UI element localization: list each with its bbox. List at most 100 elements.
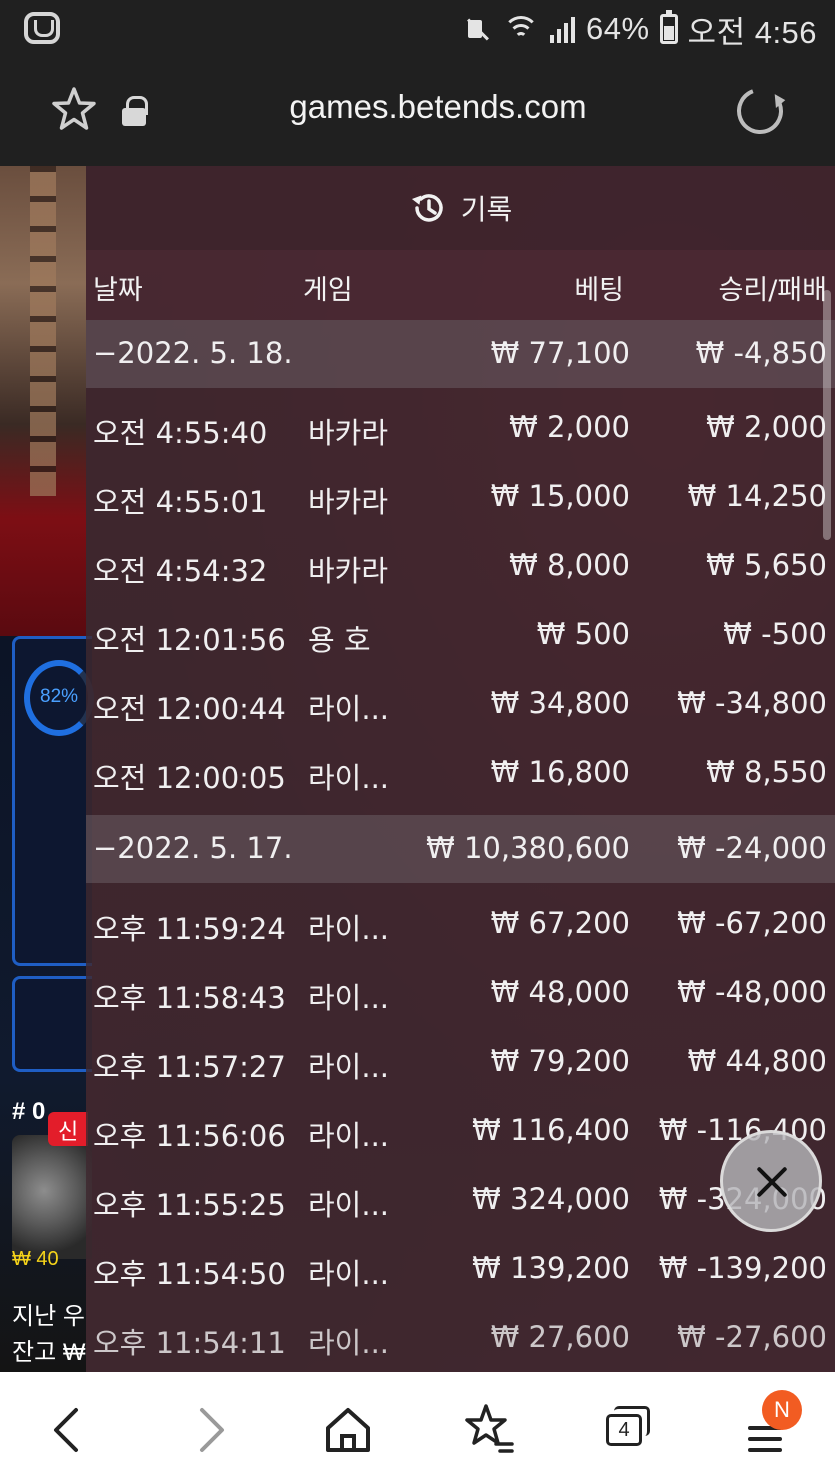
row-time: 오전 4:55:40 [93, 416, 268, 450]
star-icon[interactable] [50, 86, 98, 132]
battery-icon [659, 10, 678, 44]
browser-url-bar: games.betends.com [0, 58, 835, 166]
new-badge: 신 [48, 1112, 88, 1146]
history-row[interactable]: 오전 4:55:01 바카라 ₩ 15,000 ₩ 14,250 [86, 463, 835, 532]
row-bet: ₩ 79,200 [490, 1044, 630, 1078]
row-bet: ₩ 500 [536, 617, 630, 651]
history-title: 기록 [460, 193, 513, 226]
row-time: 오후 11:58:43 [93, 981, 286, 1015]
row-result: ₩ -27,600 [677, 1320, 827, 1354]
gauge-percent: 82% [40, 686, 79, 707]
row-bet: ₩ 116,400 [472, 1113, 630, 1147]
row-bet: ₩ 8,000 [509, 548, 630, 582]
row-bet: ₩ 27,600 [490, 1320, 630, 1354]
row-game: 라이... [308, 1050, 390, 1084]
bet-total: ₩ 10,380,600 [426, 831, 630, 865]
notification-badge: N [762, 1390, 802, 1430]
history-row[interactable]: 오후 11:57:27 라이... ₩ 79,200 ₩ 44,800 [86, 1028, 835, 1097]
date-label: −2022. 5. 17. [93, 831, 293, 865]
balance-label: 잔고 ₩ [12, 1339, 86, 1366]
row-game: 라이... [308, 1188, 390, 1222]
row-time: 오후 11:56:06 [93, 1119, 286, 1153]
row-game: 바카라 [308, 554, 389, 588]
column-header-row: 날짜 게임 베팅 승리/패배 [86, 250, 835, 320]
status-icons: 64% 오전 4:56 [462, 10, 817, 50]
row-result: ₩ -500 [723, 617, 827, 651]
row-result: ₩ 2,000 [706, 410, 827, 444]
date-group-row[interactable]: −2022. 5. 18. ₩ 77,100 ₩ -4,850 [86, 320, 835, 388]
app-icon [24, 12, 60, 44]
chip-amount: ₩ 40 [12, 1248, 59, 1270]
history-row[interactable]: 오후 11:54:11 라이... ₩ 27,600 ₩ -27,600 [86, 1304, 835, 1372]
live-dealer-scene [0, 166, 86, 636]
history-row[interactable]: 오후 11:59:24 라이... ₩ 67,200 ₩ -67,200 [86, 890, 835, 959]
hash-label: # 0 [12, 1098, 46, 1125]
row-bet: ₩ 67,200 [490, 906, 630, 940]
row-time: 오후 11:57:27 [93, 1050, 286, 1084]
result-total: ₩ -4,850 [695, 336, 827, 370]
row-bet: ₩ 15,000 [490, 479, 630, 513]
row-time: 오전 12:01:56 [93, 623, 286, 657]
history-row[interactable]: 오전 12:00:05 라이... ₩ 16,800 ₩ 8,550 [86, 739, 835, 808]
battery-percent: 64% [586, 11, 650, 46]
row-game: 라이... [308, 1257, 390, 1291]
history-row[interactable]: 오전 12:01:56 용 호 ₩ 500 ₩ -500 [86, 601, 835, 670]
row-game: 바카라 [308, 485, 389, 519]
row-result: ₩ -139,200 [658, 1251, 827, 1285]
row-game: 라이... [308, 761, 390, 795]
row-time: 오전 4:54:32 [93, 554, 268, 588]
history-row[interactable]: 오전 4:54:32 바카라 ₩ 8,000 ₩ 5,650 [86, 532, 835, 601]
status-bar: 64% 오전 4:56 [0, 0, 835, 58]
row-game: 라이... [308, 1119, 390, 1153]
close-icon[interactable] [720, 1130, 822, 1232]
url-text[interactable]: games.betends.com [180, 88, 696, 126]
column-header-date: 날짜 [93, 275, 143, 306]
row-time: 오후 11:55:25 [93, 1188, 286, 1222]
stats-card-secondary [12, 976, 92, 1072]
browser-bottom-nav: 4 [0, 1372, 835, 1484]
lock-icon [122, 96, 148, 126]
history-header: 기록 [86, 166, 835, 250]
history-row[interactable]: 오후 11:58:43 라이... ₩ 48,000 ₩ -48,000 [86, 959, 835, 1028]
row-result: ₩ 8,550 [706, 755, 827, 789]
row-game: 용 호 [308, 623, 371, 657]
chip-icon[interactable] [12, 1135, 92, 1259]
row-game: 라이... [308, 692, 390, 726]
mute-icon [462, 14, 492, 44]
home-icon[interactable] [318, 1400, 378, 1460]
history-row[interactable]: 오후 11:56:06 라이... ₩ 116,400 ₩ -116,400 [86, 1097, 835, 1166]
row-bet: ₩ 139,200 [472, 1251, 630, 1285]
result-total: ₩ -24,000 [677, 831, 827, 865]
tabs-icon[interactable]: 4 [596, 1400, 656, 1460]
row-result: ₩ 14,250 [687, 479, 827, 513]
column-header-bet: 베팅 [574, 275, 624, 306]
history-row[interactable]: 오전 4:55:40 바카라 ₩ 2,000 ₩ 2,000 [86, 394, 835, 463]
row-result: ₩ -67,200 [677, 906, 827, 940]
row-result: ₩ 44,800 [687, 1044, 827, 1078]
history-clock-icon [411, 194, 443, 222]
date-group-row[interactable]: −2022. 5. 17. ₩ 10,380,600 ₩ -24,000 [86, 815, 835, 883]
row-result: ₩ 5,650 [706, 548, 827, 582]
row-bet: ₩ 16,800 [490, 755, 630, 789]
back-arrow-icon[interactable] [38, 1400, 98, 1460]
history-row[interactable]: 오후 11:54:50 라이... ₩ 139,200 ₩ -139,200 [86, 1235, 835, 1304]
row-game: 라이... [308, 981, 390, 1015]
scrollbar[interactable] [823, 290, 831, 540]
row-game: 바카라 [308, 416, 389, 450]
tab-count: 4 [606, 1414, 642, 1446]
bookmarks-icon[interactable] [458, 1400, 518, 1460]
row-game: 라이... [308, 912, 390, 946]
forward-arrow-icon[interactable] [180, 1400, 240, 1460]
bet-total: ₩ 77,100 [490, 336, 630, 370]
row-result: ₩ -48,000 [677, 975, 827, 1009]
column-header-result: 승리/패배 [718, 275, 827, 306]
wifi-icon [502, 14, 540, 44]
row-bet: ₩ 34,800 [490, 686, 630, 720]
new-badge-label: 신 [58, 1120, 79, 1145]
screen: 64% 오전 4:56 games.betends.com 82% # 0 신 … [0, 0, 835, 1484]
row-time: 오전 12:00:05 [93, 761, 286, 795]
row-time: 오후 11:54:50 [93, 1257, 286, 1291]
history-row[interactable]: 오전 12:00:44 라이... ₩ 34,800 ₩ -34,800 [86, 670, 835, 739]
row-game: 라이... [308, 1326, 390, 1360]
reload-icon[interactable] [729, 80, 791, 142]
